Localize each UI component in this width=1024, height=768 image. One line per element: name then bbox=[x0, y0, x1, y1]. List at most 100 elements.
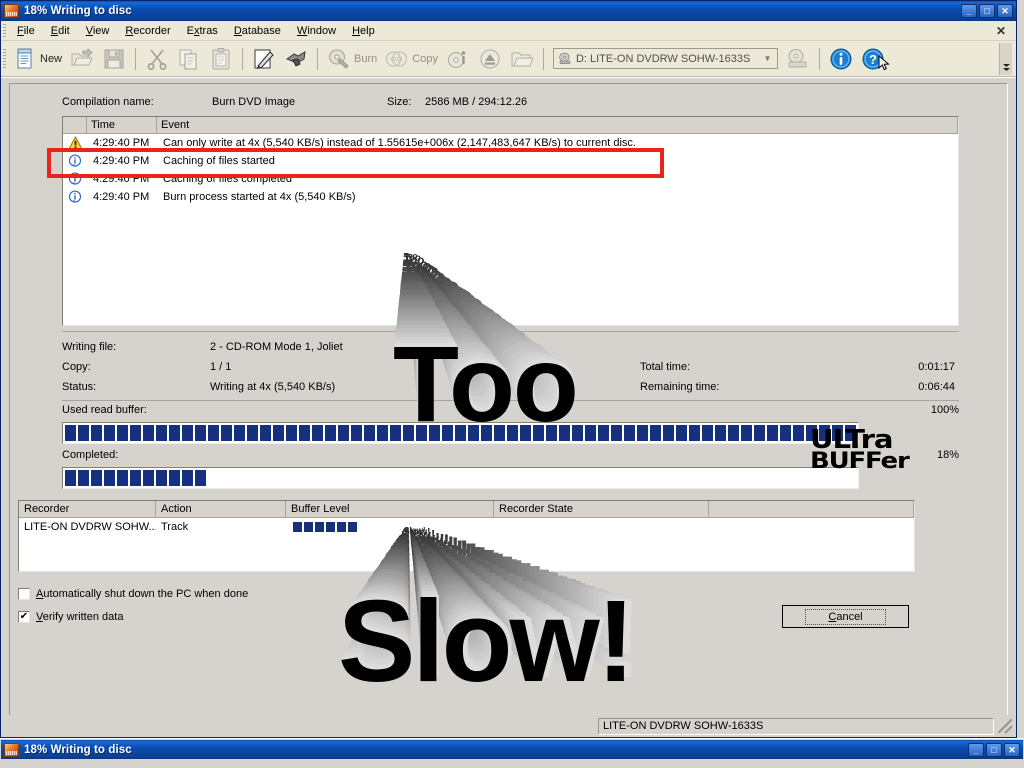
event-log-list[interactable]: Time Event 4:29:40 PM Can only write at … bbox=[62, 116, 959, 326]
log-col-icon[interactable] bbox=[63, 117, 87, 133]
table-row[interactable]: LITE-ON DVDRW SOHW... Track bbox=[19, 518, 914, 535]
remaining-time-value: 0:06:44 bbox=[918, 381, 955, 393]
paste-clipboard-icon bbox=[212, 47, 230, 69]
taskbar-minimize-button[interactable]: _ bbox=[968, 742, 984, 757]
log-col-event[interactable]: Event bbox=[157, 117, 958, 133]
folder-icon bbox=[511, 52, 534, 66]
progress-segment bbox=[104, 425, 115, 441]
completed-fill bbox=[63, 468, 858, 488]
drive-properties-icon bbox=[788, 48, 807, 67]
new-button[interactable]: New bbox=[9, 44, 66, 74]
progress-segment bbox=[429, 425, 440, 441]
progress-segment bbox=[91, 425, 102, 441]
progress-segment bbox=[117, 470, 128, 486]
taskbar-title: 18% Writing to disc bbox=[24, 743, 132, 756]
progress-segment bbox=[247, 425, 258, 441]
toolbar-separator-4 bbox=[542, 47, 544, 70]
buffer-level-bar bbox=[291, 521, 489, 532]
burn-dialog-panel: Compilation name: Burn DVD Image Size: 2… bbox=[9, 83, 1008, 732]
menu-view[interactable]: View bbox=[78, 23, 118, 39]
save-button[interactable] bbox=[98, 44, 130, 74]
disc-info-button[interactable] bbox=[442, 44, 474, 74]
log-event: Caching of files completed bbox=[163, 173, 293, 185]
status-value: Writing at 4x (5,540 KB/s) bbox=[210, 381, 336, 393]
auto-shutdown-option[interactable]: Automatically shut down the PC when done bbox=[18, 588, 248, 600]
menu-edit[interactable]: Edit bbox=[43, 23, 78, 39]
writing-file-value: 2 - CD-ROM Mode 1, Joliet bbox=[210, 341, 343, 353]
drive-select[interactable]: D: LITE-ON DVDRW SOHW-1633S ▼ bbox=[552, 48, 778, 69]
progress-segment bbox=[546, 425, 557, 441]
open-button[interactable] bbox=[66, 44, 98, 74]
warning-icon bbox=[68, 136, 82, 150]
nero-burning-rom-icon bbox=[4, 742, 19, 757]
toolbar-overflow-button[interactable] bbox=[999, 43, 1012, 75]
status-row-copy: Copy: 1 / 1 Total time: 0:01:17 bbox=[62, 357, 959, 377]
copy-disc-button[interactable]: Copy bbox=[381, 44, 442, 74]
cancel-button[interactable]: Cancel bbox=[782, 605, 909, 628]
menu-help[interactable]: Help bbox=[344, 23, 383, 39]
copy-value: 1 / 1 bbox=[210, 361, 232, 373]
taskbar-titlebar[interactable]: 18% Writing to disc _ □ ✕ bbox=[1, 740, 1023, 759]
read-buffer-progressbar bbox=[62, 422, 859, 444]
menu-extras[interactable]: Extras bbox=[179, 23, 226, 39]
auto-shutdown-checkbox[interactable] bbox=[18, 588, 30, 600]
resize-grip[interactable] bbox=[998, 719, 1012, 733]
log-row-warning[interactable]: 4:29:40 PM Can only write at 4x (5,540 K… bbox=[63, 134, 958, 152]
progress-segment bbox=[715, 425, 726, 441]
verify-data-checkbox[interactable]: ✔ bbox=[18, 611, 30, 623]
progress-segment bbox=[260, 425, 271, 441]
minimize-button[interactable]: _ bbox=[961, 4, 977, 18]
maximize-button[interactable]: □ bbox=[979, 4, 995, 18]
stop-burn-button[interactable] bbox=[280, 44, 312, 74]
burn-button[interactable]: Burn bbox=[323, 44, 381, 74]
recorder-table[interactable]: Recorder Action Buffer Level Recorder St… bbox=[18, 500, 915, 572]
col-recorder[interactable]: Recorder bbox=[19, 501, 156, 517]
menu-file[interactable]: File bbox=[9, 23, 43, 39]
progress-segment bbox=[702, 425, 713, 441]
menu-recorder[interactable]: Recorder bbox=[117, 23, 178, 39]
total-time-value: 0:01:17 bbox=[918, 361, 955, 373]
progress-segment bbox=[143, 425, 154, 441]
progress-segment bbox=[234, 425, 245, 441]
drive-properties-button[interactable] bbox=[782, 44, 814, 74]
progress-segment bbox=[195, 425, 206, 441]
copy-label: Copy: bbox=[62, 361, 91, 373]
menu-bar: File Edit View Recorder Extras Database … bbox=[1, 21, 1016, 41]
status-bar-drive: LITE-ON DVDRW SOHW-1633S bbox=[598, 717, 994, 735]
burn-disc-icon bbox=[329, 49, 349, 69]
taskbar-maximize-button[interactable]: □ bbox=[986, 742, 1002, 757]
progress-segment bbox=[403, 425, 414, 441]
col-buffer-level[interactable]: Buffer Level bbox=[286, 501, 494, 517]
eject-button[interactable] bbox=[474, 44, 506, 74]
log-row-info-2[interactable]: 4:29:40 PM Caching of files completed bbox=[63, 170, 958, 188]
col-action[interactable]: Action bbox=[156, 501, 286, 517]
progress-segment bbox=[520, 425, 531, 441]
menu-database[interactable]: Database bbox=[226, 23, 289, 39]
log-col-time[interactable]: Time bbox=[87, 117, 157, 133]
info-button[interactable] bbox=[825, 44, 857, 74]
open-folder-2-button[interactable] bbox=[506, 44, 538, 74]
verify-data-option[interactable]: ✔ Verify written data bbox=[18, 611, 123, 623]
status-row-writing-file: Writing file: 2 - CD-ROM Mode 1, Joliet bbox=[62, 337, 959, 357]
status-bar: LITE-ON DVDRW SOHW-1633S bbox=[1, 715, 1016, 737]
copy-doc-button[interactable] bbox=[173, 44, 205, 74]
progress-segment bbox=[195, 470, 206, 486]
window-titlebar[interactable]: 18% Writing to disc _ □ ✕ bbox=[1, 1, 1016, 21]
paste-button[interactable] bbox=[205, 44, 237, 74]
buffer-segment bbox=[304, 521, 313, 532]
buffer-segment bbox=[293, 521, 302, 532]
col-recorder-state[interactable]: Recorder State bbox=[494, 501, 709, 517]
cut-button[interactable] bbox=[141, 44, 173, 74]
close-button[interactable]: ✕ bbox=[997, 4, 1013, 18]
chevron-down-icon[interactable]: ▼ bbox=[760, 54, 775, 63]
menu-window[interactable]: Window bbox=[289, 23, 344, 39]
col-extra[interactable] bbox=[709, 501, 914, 517]
read-buffer-label: Used read buffer: bbox=[62, 404, 147, 416]
log-row-info-1[interactable]: 4:29:40 PM Caching of files started bbox=[63, 152, 958, 170]
edit-compilation-button[interactable] bbox=[248, 44, 280, 74]
maximize-icon: □ bbox=[991, 744, 997, 755]
help-button[interactable]: ? bbox=[857, 44, 896, 74]
taskbar-close-button[interactable]: ✕ bbox=[1004, 742, 1020, 757]
close-document-icon[interactable]: ✕ bbox=[996, 24, 1006, 38]
log-row-info-3[interactable]: 4:29:40 PM Burn process started at 4x (5… bbox=[63, 188, 958, 206]
